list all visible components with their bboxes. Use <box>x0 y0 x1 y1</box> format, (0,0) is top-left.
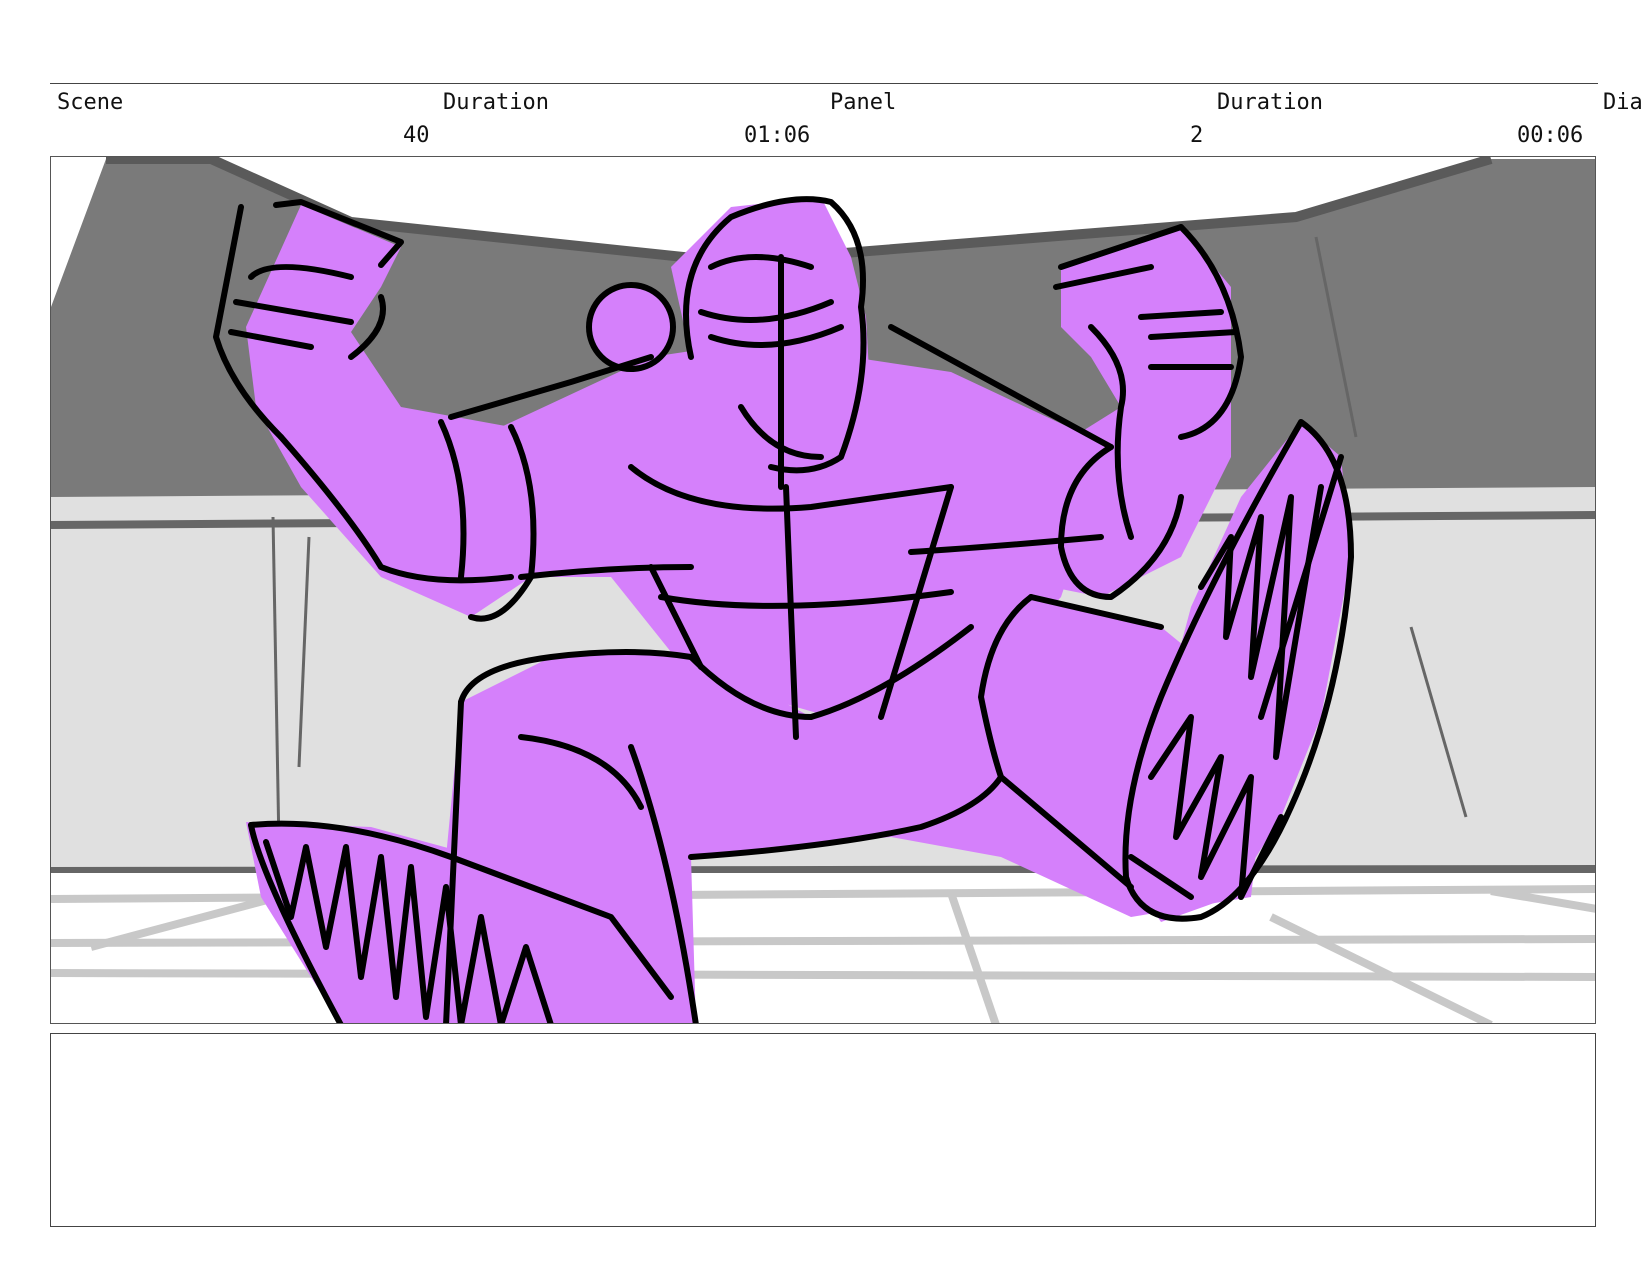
scene-duration-label: Duration <box>443 90 549 115</box>
storyboard-panel <box>50 156 1596 1024</box>
scene-label: Scene <box>57 90 124 115</box>
panel-duration-value: 00:06 <box>1517 123 1584 148</box>
header-rule <box>50 83 1598 84</box>
panel-artwork <box>51 157 1595 1023</box>
scene-duration-value: 01:06 <box>744 123 811 148</box>
notes-box[interactable] <box>50 1033 1596 1227</box>
panel-value: 2 <box>1190 123 1204 148</box>
panel-duration-label: Duration <box>1217 90 1323 115</box>
scene-value: 40 <box>403 123 430 148</box>
dialogue-label: Dia <box>1603 90 1643 115</box>
panel-label: Panel <box>830 90 897 115</box>
